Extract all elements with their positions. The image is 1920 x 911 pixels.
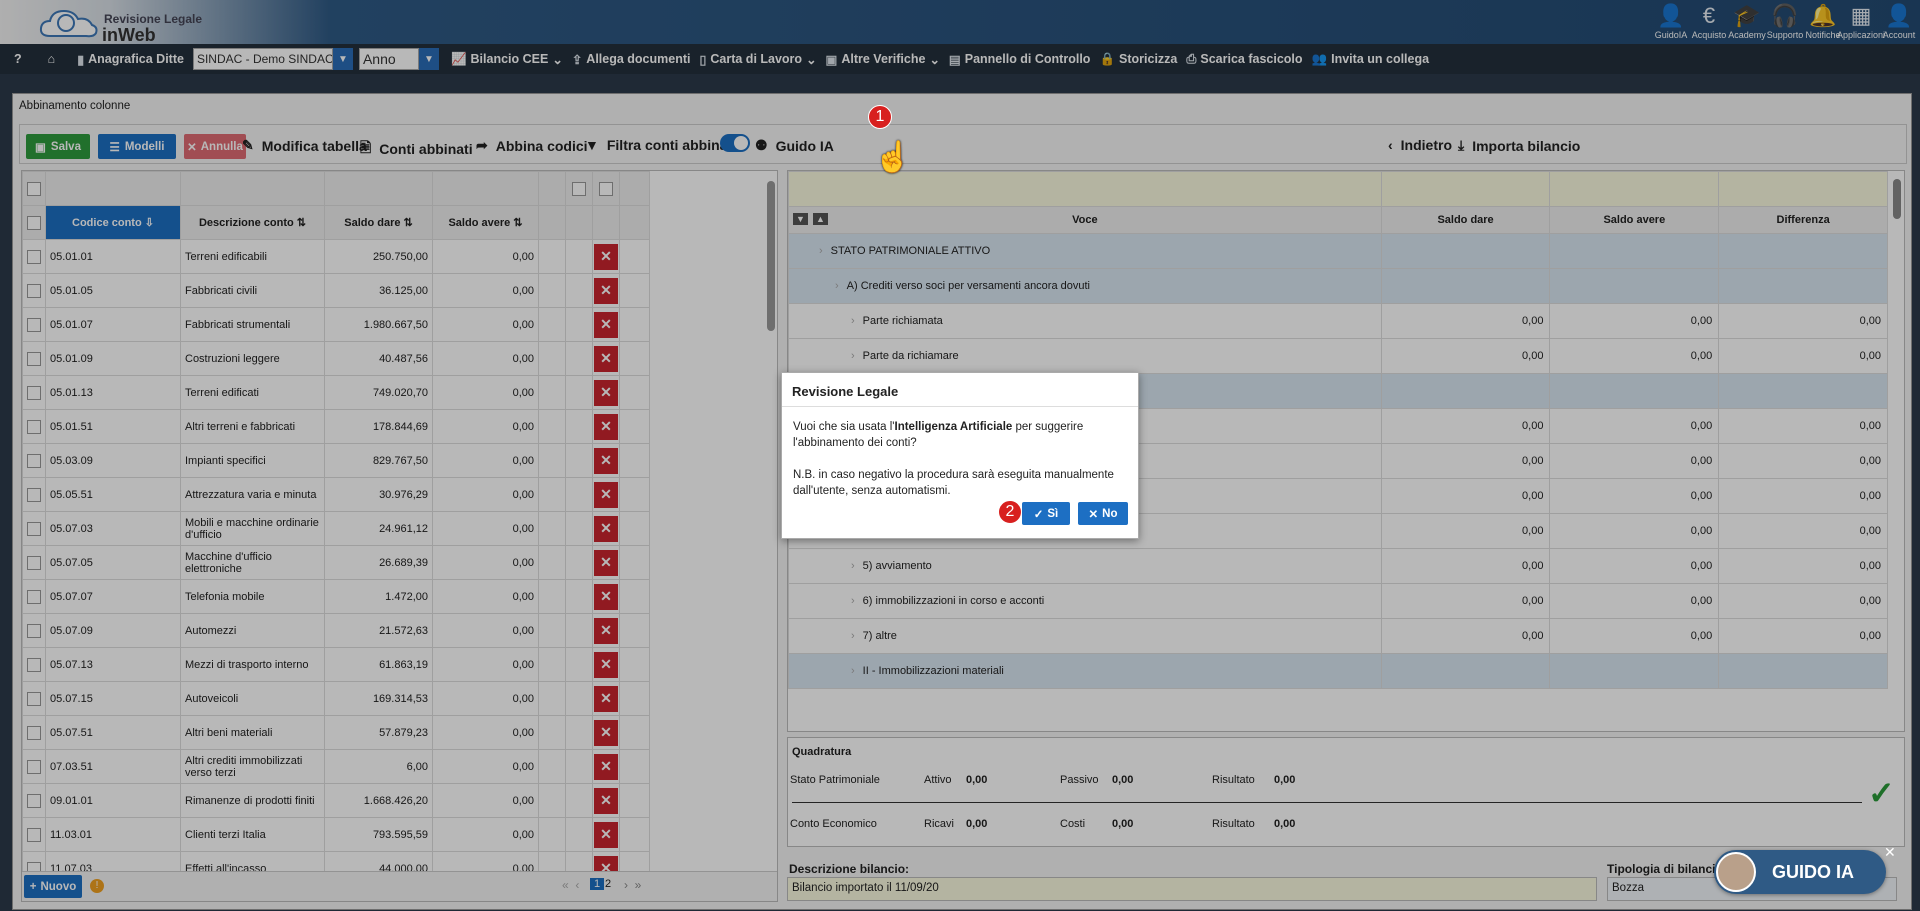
step-badge-2: 2 (998, 500, 1022, 524)
dialog-text-bold: Intelligenza Artificiale (894, 421, 1013, 433)
step-badge-1: 1 (868, 105, 892, 129)
check-icon: ✓ (1033, 508, 1044, 521)
avatar (1716, 852, 1756, 892)
dialog-text1: Vuoi che sia usata l' (793, 421, 895, 433)
close-icon: ✕ (1088, 508, 1099, 521)
guido-ia-button[interactable]: GUIDO IA (1714, 850, 1886, 894)
dialog-title: Revisione Legale (782, 373, 1138, 407)
dialog-body: Vuoi che sia usata l'Intelligenza Artifi… (782, 407, 1138, 511)
confirm-dialog: Revisione Legale Vuoi che sia usata l'In… (781, 372, 1139, 539)
guido-ia-button-label: GUIDO IA (1772, 861, 1855, 882)
no-button-label: No (1102, 507, 1118, 520)
yes-button-label: Sì (1047, 507, 1059, 520)
close-icon[interactable]: ✕ (1884, 844, 1896, 861)
yes-button[interactable]: ✓ Sì (1022, 502, 1070, 525)
hand-cursor-icon: ☝ (874, 141, 912, 174)
dialog-question: Vuoi che sia usata l'Intelligenza Artifi… (793, 419, 1127, 451)
no-button[interactable]: ✕ No (1078, 502, 1128, 525)
dialog-note: N.B. in caso negativo la procedura sarà … (793, 469, 1114, 497)
